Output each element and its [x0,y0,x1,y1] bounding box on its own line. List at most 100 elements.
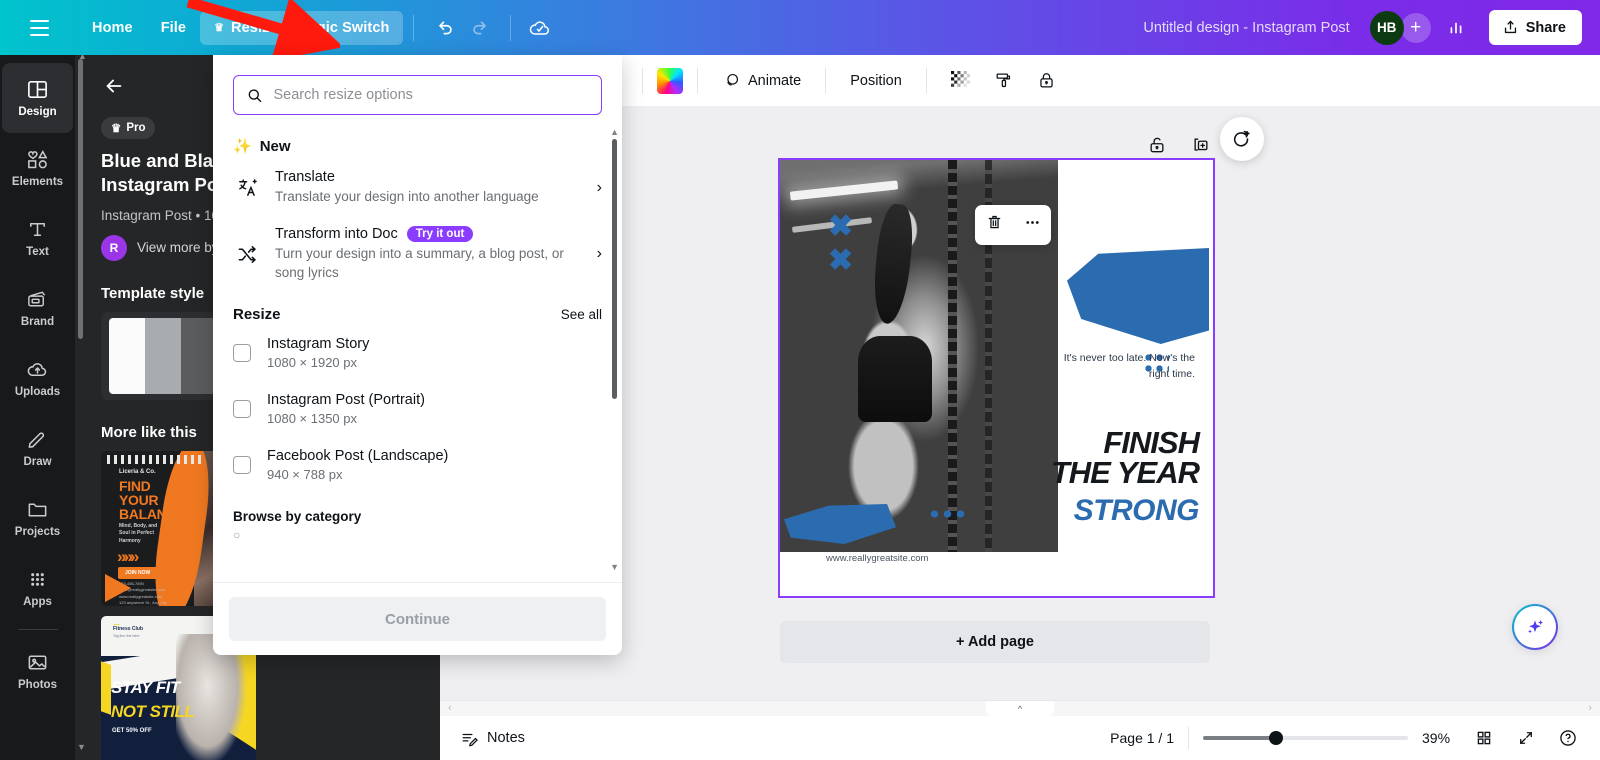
fullscreen-icon[interactable] [1512,724,1540,752]
sidebar-item-photos[interactable]: Photos [2,636,73,706]
strip-scroll-left[interactable]: ‹ [448,702,452,714]
resize-magic-switch-button[interactable]: ♛ Resize & Magic Switch [200,10,404,45]
duplicate-page-icon[interactable] [1191,135,1211,160]
notes-icon [462,733,478,747]
insights-chart-icon[interactable] [1437,9,1475,47]
position-button[interactable]: Position [840,66,912,96]
dropdown-scrollbar[interactable] [612,139,617,399]
canvas-website[interactable]: www.reallygreatsite.com [826,553,928,564]
thumb-chevrons-icon: »»» [117,546,139,566]
home-button[interactable]: Home [78,11,147,45]
style-copy-button[interactable] [984,64,1023,97]
dropdown-scroll-up-arrow[interactable]: ▲ [610,127,619,137]
menu-item-transform-into-doc[interactable]: Transform into Doc Try it out Turn your … [213,216,622,292]
sidebar-item-draw[interactable]: Draw [2,413,73,483]
canva-editor: Home File ♛ Resize & Magic Switch Untitl… [0,0,1600,760]
cloud-saved-icon[interactable] [521,9,559,47]
undo-icon[interactable] [424,9,462,47]
checkbox[interactable] [233,344,251,363]
avatar[interactable]: HB [1369,10,1404,45]
menu-item-title: Translate [275,169,335,185]
resize-option-instagram-post-portrait[interactable]: Instagram Post (Portrait) 1080 × 1350 px [213,381,622,437]
sidebar-item-brand[interactable]: Brand [2,273,73,343]
animate-circles-icon [727,73,739,86]
document-title[interactable]: Untitled design - Instagram Post [1143,20,1349,36]
lock-button[interactable] [1027,64,1066,97]
dot-grid-left [928,508,966,520]
header-divider-2 [510,14,512,41]
transparency-checker-icon [950,71,970,90]
chevron-right-icon[interactable]: › [597,245,606,263]
chevron-right-icon[interactable]: › [597,179,606,197]
rainbow-color-swatch[interactable] [657,67,683,94]
resize-option-instagram-story[interactable]: Instagram Story 1080 × 1920 px [213,325,622,381]
add-comment-icon[interactable] [1220,117,1264,161]
grid-view-icon[interactable] [1470,724,1498,752]
search-input[interactable] [273,87,589,103]
canvas-headline-accent[interactable]: STRONG [1074,494,1200,528]
resize-section-label: Resize [233,306,281,324]
header-divider-1 [413,14,415,41]
sidebar-item-label: Text [26,246,49,258]
share-label: Share [1525,19,1566,36]
magic-sparkle-glyph [1528,620,1544,634]
canvas-quote[interactable]: It's never too late. Now's the right tim… [1045,350,1195,383]
add-collaborator-button[interactable]: + [1400,12,1431,43]
zoom-slider-knob[interactable] [1269,731,1283,745]
search-field[interactable] [233,75,602,115]
checkbox[interactable] [233,456,251,475]
resize-option-name: Instagram Story [267,336,370,353]
animate-label: Animate [748,72,802,89]
thumb-headline-2: NOT STILL [111,701,195,721]
menu-item-translate[interactable]: Translate Translate your design into ano… [213,159,622,216]
zoom-slider[interactable] [1203,731,1408,745]
sidebar-item-uploads[interactable]: Uploads [2,343,73,413]
design-canvas[interactable]: ✖ ✖ It's never too late. Now's the right… [778,158,1215,598]
more-dots-icon[interactable] [1023,213,1042,237]
page-strip: ‹ ^ › [440,700,1600,717]
sidebar-item-elements[interactable]: Elements [2,133,73,203]
sidebar-item-label: Projects [14,526,61,538]
back-arrow-icon[interactable] [97,69,131,103]
sidebar-item-text[interactable]: Text [2,203,73,273]
sidebar-item-design[interactable]: Design [2,63,73,133]
trash-icon[interactable] [985,213,1004,237]
lock-open-icon[interactable] [1147,135,1167,160]
sidebar-item-apps[interactable]: Apps [2,553,73,623]
strip-scroll-right[interactable]: › [1588,702,1592,714]
new-section-heading: ✨ New [213,115,622,159]
checkbox[interactable] [233,400,251,419]
search-icon [248,88,262,102]
projects-folder-icon [28,503,47,517]
resize-option-facebook-post-landscape[interactable]: Facebook Post (Landscape) 940 × 788 px [213,437,622,493]
thumb-left-accent [101,658,111,715]
notes-button[interactable]: Notes [460,729,525,748]
zoom-value[interactable]: 39% [1422,730,1456,746]
chevron-up-icon[interactable]: ^ [986,701,1054,717]
magic-sparkle-icon[interactable] [1512,604,1558,650]
file-button[interactable]: File [147,11,200,45]
rail-divider [17,629,58,630]
hamburger-icon[interactable] [22,11,56,45]
dropdown-scroll-down-arrow[interactable]: ▼ [610,562,619,572]
see-all-link[interactable]: See all [561,307,602,322]
share-button[interactable]: Share [1488,10,1582,45]
transform-shuffle-icon [233,243,261,266]
redo-icon[interactable] [462,9,500,47]
help-question-icon[interactable] [1554,724,1582,752]
sidebar-item-projects[interactable]: Projects [2,483,73,553]
menu-item-title: Transform into Doc Try it out [275,226,583,243]
transparency-button[interactable] [941,64,980,97]
canvas-headline[interactable]: FINISH THE YEAR [1051,427,1200,488]
continue-button[interactable]: Continue [229,597,606,641]
header-left-group: Home File ♛ Resize & Magic Switch [0,9,559,47]
thumb-subtext: Mind, Body, and Soul in Perfect Harmony [119,522,158,544]
menu-item-title-text: Transform into Doc [275,226,398,243]
panel-scrollbar[interactable] [78,59,83,339]
animate-button[interactable]: Animate [712,64,811,97]
add-page-button[interactable]: + Add page [780,621,1210,663]
resize-option-text: Instagram Post (Portrait) 1080 × 1350 px [267,392,425,426]
x-mark-icon-2: ✖ [828,244,854,277]
pro-badge: ♛ Pro [101,117,156,139]
panel-scroll-down-arrow[interactable]: ▼ [77,742,86,752]
